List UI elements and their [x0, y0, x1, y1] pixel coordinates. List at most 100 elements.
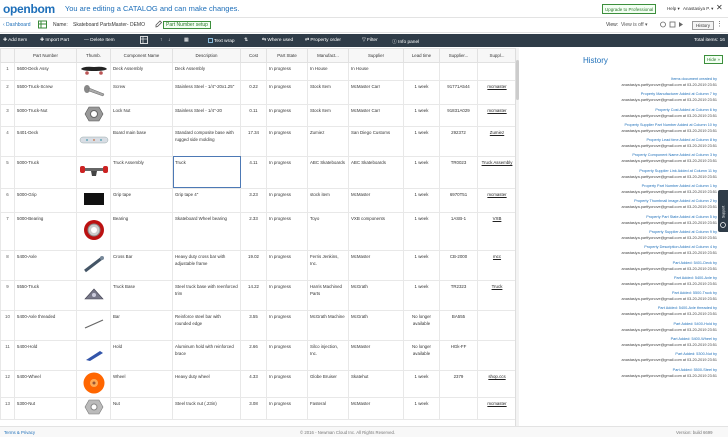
cell-sup[interactable]: VXB components — [348, 211, 404, 251]
add-item-button[interactable]: ✚ Add Item — [3, 38, 27, 43]
cell-pn[interactable]: 5600-Deck Assy — [14, 62, 77, 81]
cell-pn[interactable]: 5400-Hold — [14, 339, 77, 371]
thumbnail-cell[interactable] — [76, 155, 111, 189]
cell-cost[interactable]: 14.22 — [240, 279, 267, 311]
cell-state[interactable]: In progress — [266, 103, 308, 127]
row-number[interactable]: 9 — [0, 279, 15, 311]
table-row[interactable]: 13 5300-Nut Nut Steel truck nut (.23in) 3.08… — [0, 397, 515, 420]
grid-scrollbar[interactable] — [516, 48, 519, 426]
table-row[interactable]: 5 5000-Truck Truck Assembly Truck 4.11 In pro… — [0, 155, 515, 189]
cell-lead[interactable]: 1 week — [403, 397, 440, 420]
column-header[interactable] — [0, 48, 15, 63]
share-icon[interactable] — [660, 20, 684, 31]
thumbnail-cell[interactable] — [76, 103, 111, 127]
column-header[interactable]: Part Number — [14, 48, 77, 63]
table-row[interactable]: 3 5000-Truck-Nut Lock Nut Stainless Steel -… — [0, 103, 515, 127]
column-header[interactable]: Supplier — [348, 48, 404, 63]
cell-desc[interactable]: Reinforce steel bar with rounded edge — [172, 309, 241, 341]
cell-spn[interactable]: BA555 — [439, 309, 478, 341]
thumbnail-cell[interactable] — [76, 309, 111, 341]
column-header[interactable]: Description — [172, 48, 241, 63]
cell-sup[interactable]: McGrath — [348, 279, 404, 311]
cell-mfr[interactable]: Harris Machined Parts — [307, 279, 349, 311]
columns-icon[interactable]: ▦ — [184, 38, 189, 43]
cell-state[interactable]: In progress — [266, 279, 308, 311]
cell-spn[interactable]: 2379 — [439, 369, 478, 398]
where-used-button[interactable]: ⇆ Where used — [262, 38, 293, 43]
upgrade-button[interactable]: Upgrade to Professional — [602, 4, 657, 14]
cell-name[interactable]: Wheel — [110, 369, 173, 398]
cell-cost[interactable]: 19.02 — [240, 249, 267, 281]
cell-mfr[interactable]: Ferris Jenkins, Inc. — [307, 249, 349, 281]
edit-icon[interactable] — [155, 20, 163, 30]
cell-sup[interactable]: McMaster Carr — [348, 103, 404, 127]
column-header[interactable]: Part State — [266, 48, 308, 63]
cell-state[interactable]: In progress — [266, 155, 308, 189]
row-number[interactable]: 8 — [0, 249, 15, 281]
cell-link[interactable]: Truck Assembly — [477, 155, 515, 189]
cell-name[interactable]: Truck Base — [110, 279, 173, 311]
cell-pn[interactable]: 5400-Axle threaded — [14, 309, 77, 341]
cell-lead[interactable]: 1 week — [403, 103, 440, 127]
user-menu[interactable]: Anastasiya P. ▾ — [683, 6, 713, 12]
table-row[interactable]: 6 5000-Grip Grip tape Grip tape 4" 3.23 In pr… — [0, 187, 515, 213]
hide-history-button[interactable]: Hide » — [704, 55, 724, 64]
document-name[interactable]: Skateboard PartsMaster- DEMO — [73, 22, 145, 28]
cell-mfr[interactable]: In House — [307, 62, 349, 81]
history-button[interactable]: History — [692, 21, 715, 30]
cell-state[interactable]: In progress — [266, 249, 308, 281]
cell-cost[interactable]: 2.33 — [240, 211, 267, 251]
cell-sup[interactable]: Skatehut — [348, 369, 404, 398]
menu-icon[interactable]: ⋮ — [716, 20, 723, 28]
thumbnail-cell[interactable] — [76, 339, 111, 371]
part-number-setup-button[interactable]: Part Number setup — [163, 21, 211, 29]
column-header[interactable]: Lead time — [403, 48, 440, 63]
cell-sup[interactable]: San Diego Customs — [348, 125, 404, 157]
close-icon[interactable]: ✕ — [716, 3, 723, 12]
cell-spn[interactable]: 6970T51 — [439, 187, 478, 213]
thumbnail-cell[interactable] — [76, 79, 111, 105]
cell-lead[interactable]: 1 week — [403, 155, 440, 189]
cell-lead[interactable]: 1 week — [403, 369, 440, 398]
cell-spn[interactable]: CB-2000 — [439, 249, 478, 281]
cell-lead[interactable]: 1 week — [403, 211, 440, 251]
cell-desc[interactable]: Steel truck nut (.23in) — [172, 397, 241, 420]
support-tab[interactable]: Support — [718, 190, 728, 232]
cell-link[interactable] — [477, 309, 515, 341]
cell-name[interactable]: Nut — [110, 397, 173, 420]
cell-desc[interactable]: Heavy duty cross bar with adjustable fra… — [172, 249, 241, 281]
cell-sup[interactable]: McGrath — [348, 309, 404, 341]
cell-spn[interactable]: 292372 — [439, 125, 478, 157]
filter-button[interactable]: ▽ Filter — [362, 38, 378, 43]
cell-mfr[interactable]: stock item — [307, 187, 349, 213]
cell-cost[interactable]: 17.34 — [240, 125, 267, 157]
column-header[interactable]: Manufact... — [307, 48, 349, 63]
cell-cost[interactable] — [240, 62, 267, 81]
cell-link[interactable]: Truck — [477, 279, 515, 311]
cell-name[interactable]: Truck Assembly — [110, 155, 173, 189]
cell-desc[interactable]: Aluminum hold with reinforced brace — [172, 339, 241, 371]
cell-pn[interactable]: 5500-Truck-Screw — [14, 79, 77, 105]
column-header[interactable]: Cost — [240, 48, 267, 63]
view-select[interactable]: View is off ▾ — [621, 22, 648, 28]
delete-item-button[interactable]: — Delete Item — [84, 38, 115, 43]
cell-state[interactable]: In progress — [266, 397, 308, 420]
cell-pn[interactable]: 5550-Truck — [14, 279, 77, 311]
cell-mfr[interactable]: Stock Item — [307, 79, 349, 105]
cell-cost[interactable]: 4.33 — [240, 369, 267, 398]
cell-mfr[interactable]: Toyo — [307, 211, 349, 251]
table-row[interactable]: 9 5550-Truck Truck Base Steel truck base wi… — [0, 279, 515, 311]
thumbnail-cell[interactable] — [76, 62, 111, 81]
cell-spn[interactable] — [439, 62, 478, 81]
cell-spn[interactable]: 1ASB-1 — [439, 211, 478, 251]
thumbnail-cell[interactable] — [76, 187, 111, 213]
cell-desc[interactable]: Deck Assembly — [172, 62, 241, 81]
cell-link[interactable]: mcmaster — [477, 103, 515, 127]
cell-desc[interactable]: Skateboard Wheel bearing — [172, 211, 241, 251]
row-number[interactable]: 12 — [0, 369, 15, 398]
row-number[interactable]: 3 — [0, 103, 15, 127]
cell-link[interactable]: mcmaster — [477, 187, 515, 213]
cell-sup[interactable]: McMaster — [348, 397, 404, 420]
row-number[interactable]: 10 — [0, 309, 15, 341]
column-header[interactable]: Supplier... — [439, 48, 478, 63]
